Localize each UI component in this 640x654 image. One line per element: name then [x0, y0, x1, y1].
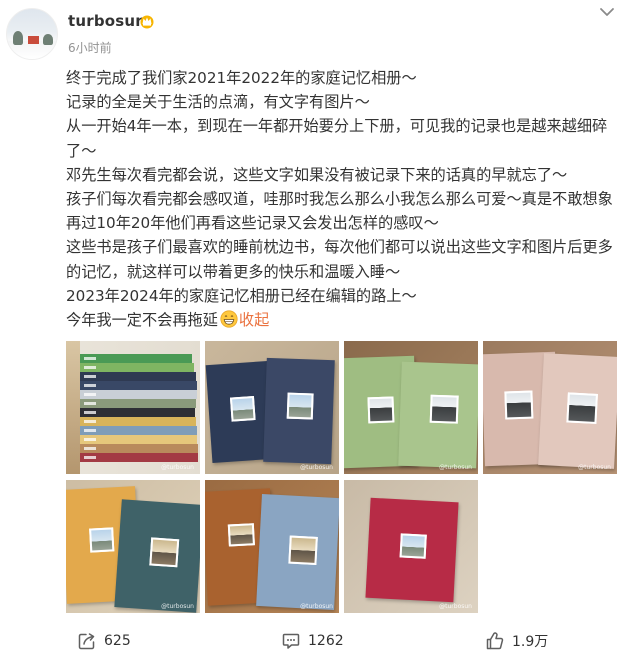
- username[interactable]: turbosun: [68, 12, 146, 30]
- image-watermark: @turbosun: [300, 464, 333, 471]
- navy-album-right: [263, 357, 335, 465]
- post-text-line: 终于完成了我们家2021年2022年的家庭记忆相册～: [66, 69, 417, 87]
- image-watermark: @turbosun: [578, 464, 611, 471]
- repost-button[interactable]: 625: [77, 631, 131, 651]
- blue-album: [256, 494, 339, 610]
- image-watermark: @turbosun: [161, 603, 194, 610]
- album-spine: [80, 444, 198, 453]
- post-text-line: 了～: [66, 141, 97, 160]
- green-album-right: [398, 361, 478, 469]
- avatar-tree: [43, 34, 53, 45]
- photo-navy-albums[interactable]: @turbosun: [205, 341, 339, 474]
- post-text-last-line: 今年我一定不会再拖延 收起: [66, 308, 626, 332]
- album-spine: [80, 408, 195, 417]
- image-watermark: @turbosun: [439, 464, 472, 471]
- album-spine: [80, 390, 197, 399]
- post-text-line: 这些书是孩子们最喜欢的睡前枕边书，每次他们都可以说出这些文字和图片后更多: [66, 238, 613, 257]
- post-text-line: 从一开始4年一本，到现在一年都开始要分上下册，可见我的记录也是越来越细碎: [66, 117, 608, 136]
- post-text: 终于完成了我们家2021年2022年的家庭记忆相册～ 记录的全是关于生活的点滴，…: [66, 66, 626, 332]
- collapse-link[interactable]: 收起: [239, 311, 269, 329]
- album-spine: [80, 354, 192, 363]
- post-action-bar: 625 1262 1.9万: [0, 625, 640, 654]
- album-spine: [80, 399, 196, 408]
- album-spine: [80, 363, 194, 372]
- like-button[interactable]: 1.9万: [485, 631, 548, 651]
- red-album: [365, 497, 459, 603]
- weibo-post-card: turbosun 6小时前 终于完成了我们家2021年2022年的家庭记忆相册～…: [0, 0, 640, 654]
- teal-album: [114, 499, 200, 613]
- wood-shelf: [66, 341, 80, 474]
- image-watermark: @turbosun: [300, 603, 333, 610]
- photo-album-stack[interactable]: @turbosun: [66, 341, 200, 474]
- photo-pink-albums[interactable]: @turbosun: [483, 341, 617, 474]
- post-text-line: 今年我一定不会再拖延: [66, 311, 218, 330]
- pink-album-right: [538, 353, 617, 469]
- like-count: 1.9万: [512, 634, 549, 650]
- user-avatar[interactable]: [6, 8, 58, 60]
- thumbs-up-icon: [486, 632, 504, 650]
- post-text-line: 孩子们每次看完都会感叹道，哇那时我怎么那么小我怎么那么可爱～真是不敢想象: [66, 190, 613, 209]
- post-text-line: 2023年2024年的家庭记忆相册已经在编辑的路上～: [66, 286, 417, 305]
- photo-red-album[interactable]: @turbosun: [344, 480, 478, 613]
- repost-icon: [78, 633, 95, 650]
- image-watermark: @turbosun: [161, 464, 194, 471]
- avatar-tree: [13, 31, 23, 45]
- album-spine: [80, 435, 197, 444]
- crown-icon: [140, 15, 154, 29]
- post-text-line: 记录的全是关于生活的点滴，有文字有图片～: [66, 93, 370, 112]
- comment-count: 1262: [308, 633, 344, 649]
- avatar-house: [28, 36, 39, 44]
- photo-green-albums[interactable]: @turbosun: [344, 341, 478, 474]
- post-text-line: 再过10年20年他们再看这些记录又会发出怎样的感叹～: [66, 214, 439, 233]
- post-text-line: 邓先生每次看完都会说，这些文字如果没有被记录下来的话真的早就忘了～: [66, 165, 568, 184]
- post-text-line: 的记忆，就这样可以带着更多的快乐和温暖入睡～: [66, 262, 401, 281]
- grinning-face-icon: [220, 310, 238, 328]
- comment-button[interactable]: 1262: [281, 631, 344, 651]
- image-watermark: @turbosun: [439, 603, 472, 610]
- album-spine: [80, 453, 198, 462]
- album-spine: [80, 372, 196, 381]
- photo-yellow-teal-albums[interactable]: @turbosun: [66, 480, 200, 613]
- chevron-down-icon[interactable]: [597, 4, 617, 20]
- album-spine: [80, 417, 196, 426]
- photo-brown-blue-albums[interactable]: @turbosun: [205, 480, 339, 613]
- repost-count: 625: [104, 633, 131, 649]
- album-spine: [80, 426, 197, 435]
- comment-icon: [282, 633, 300, 649]
- album-spine: [80, 381, 197, 390]
- post-timestamp[interactable]: 6小时前: [68, 39, 112, 56]
